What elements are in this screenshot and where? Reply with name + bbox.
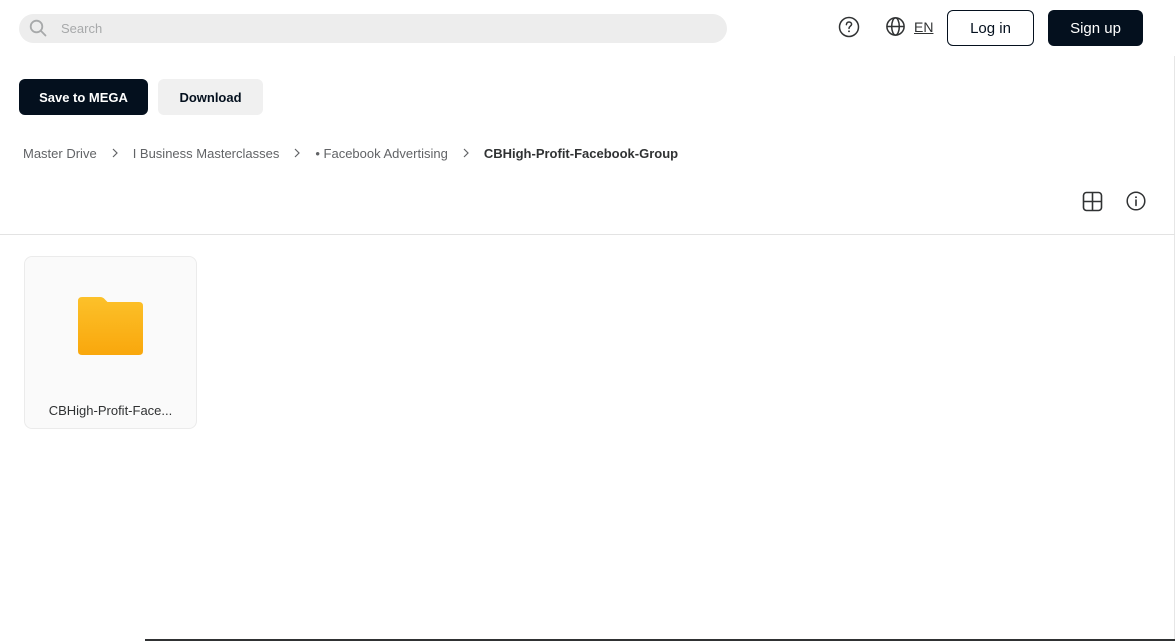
download-button[interactable]: Download [158,79,263,115]
chevron-right-icon [463,148,469,158]
chevron-right-icon [112,148,118,158]
folder-card[interactable]: CBHigh-Profit-Face... [24,256,197,429]
search-icon [29,19,47,37]
breadcrumb-item-business-masterclasses[interactable]: I Business Masterclasses [133,146,280,161]
login-button[interactable]: Log in [947,10,1034,46]
info-icon[interactable] [1126,191,1146,211]
chevron-right-icon [294,148,301,158]
top-bar: EN Log in Sign up [0,0,1175,56]
globe-icon[interactable] [885,16,906,37]
help-icon[interactable] [838,16,860,38]
grid-view-icon[interactable] [1082,191,1103,212]
breadcrumb-item-facebook-advertising[interactable]: • Facebook Advertising [315,146,447,161]
save-to-mega-button[interactable]: Save to MEGA [19,79,148,115]
language-selector[interactable]: EN [914,19,933,35]
breadcrumb-item-master-drive[interactable]: Master Drive [23,146,97,161]
search-input[interactable] [61,14,701,43]
breadcrumb-item-current: CBHigh-Profit-Facebook-Group [483,145,679,161]
signup-button[interactable]: Sign up [1048,10,1143,46]
breadcrumb: Master Drive I Business Masterclasses • … [23,144,678,162]
content-divider [0,234,1175,235]
folder-name: CBHigh-Profit-Face... [48,403,173,418]
folder-icon [78,297,143,355]
search-bar[interactable] [19,14,727,43]
